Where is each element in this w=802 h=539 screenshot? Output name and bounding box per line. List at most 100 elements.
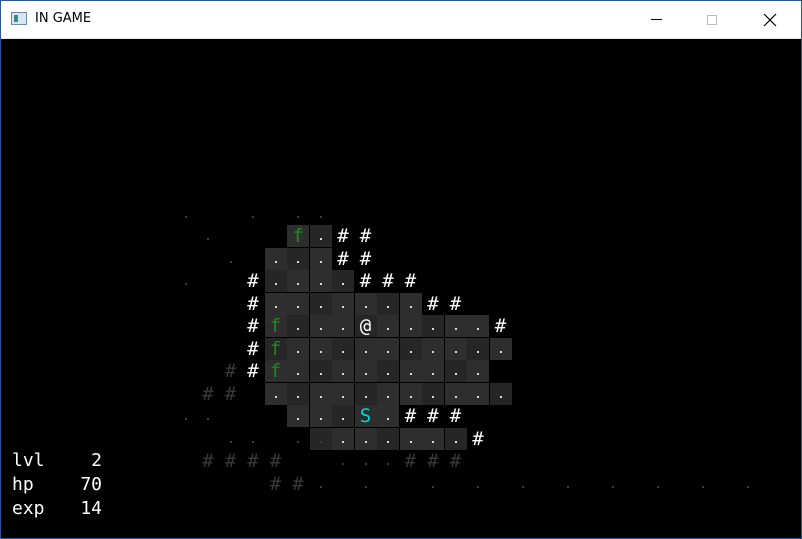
maximize-button[interactable] bbox=[689, 1, 735, 38]
app-icon bbox=[11, 12, 27, 25]
close-button[interactable] bbox=[747, 1, 793, 38]
monster-f: f bbox=[264, 337, 287, 360]
floor-tile bbox=[309, 405, 332, 427]
floor-dot bbox=[319, 215, 322, 218]
floor-tile bbox=[467, 360, 489, 382]
floor-dot bbox=[387, 373, 389, 375]
minimize-icon bbox=[650, 19, 662, 20]
floor-tile bbox=[377, 337, 399, 360]
floor-tile bbox=[332, 270, 354, 292]
remembered-floor bbox=[647, 473, 669, 495]
floor-dot bbox=[409, 373, 412, 375]
floor-dot bbox=[342, 350, 344, 353]
remembered-floor bbox=[602, 473, 624, 495]
floor-tile bbox=[377, 427, 399, 450]
floor-dot bbox=[229, 440, 232, 443]
floor-tile bbox=[309, 292, 332, 315]
wall-tile: # bbox=[359, 225, 372, 247]
floor-tile bbox=[444, 337, 467, 360]
floor-dot bbox=[364, 305, 367, 308]
game-viewport[interactable]: f # # # # # # # # # # # # f @ # # f # f S # # # # # # # # # # # # # # # # lv… bbox=[1, 39, 801, 538]
wall-tile: # bbox=[472, 427, 484, 450]
floor-dot bbox=[432, 395, 434, 398]
floor-tile bbox=[354, 292, 377, 315]
floor-dot bbox=[499, 395, 502, 398]
wall-tile: # bbox=[494, 315, 507, 337]
floor-tile bbox=[422, 337, 444, 360]
floor-tile bbox=[399, 315, 422, 337]
floor-dot bbox=[387, 395, 389, 398]
floor-dot bbox=[432, 373, 434, 375]
floor-tile bbox=[309, 360, 332, 382]
floor-tile bbox=[332, 405, 354, 427]
wall-tile: # bbox=[247, 360, 259, 382]
floor-tile bbox=[399, 382, 422, 405]
remembered-wall: # bbox=[292, 472, 304, 495]
remembered-wall: # bbox=[269, 472, 282, 495]
floor-dot bbox=[274, 395, 277, 398]
remembered-floor bbox=[377, 450, 399, 472]
remembered-floor bbox=[175, 405, 197, 427]
hp-value: 70 bbox=[80, 474, 102, 495]
floor-dot bbox=[409, 305, 412, 308]
floor-dot bbox=[319, 260, 322, 263]
exp-label: exp bbox=[12, 498, 45, 519]
remembered-floor bbox=[310, 473, 332, 495]
floor-dot bbox=[612, 485, 614, 488]
floor-dot bbox=[342, 373, 344, 375]
floor-dot bbox=[184, 283, 187, 285]
floor-dot bbox=[364, 350, 367, 353]
remembered-floor bbox=[197, 405, 219, 427]
floor-dot bbox=[297, 328, 299, 330]
floor-dot bbox=[387, 463, 389, 465]
wall-tile: # bbox=[247, 270, 259, 292]
maximize-icon bbox=[707, 14, 717, 25]
floor-dot bbox=[387, 418, 389, 420]
remembered-wall: # bbox=[224, 382, 237, 405]
wall-tile: # bbox=[247, 292, 259, 315]
floor-dot bbox=[409, 440, 412, 443]
floor-dot bbox=[432, 440, 434, 443]
floor-tile bbox=[422, 315, 444, 337]
floor-dot bbox=[297, 395, 299, 398]
floor-tile bbox=[287, 360, 309, 382]
floor-dot bbox=[319, 305, 322, 308]
floor-dot bbox=[387, 328, 389, 330]
level-value: 2 bbox=[91, 450, 102, 471]
floor-dot bbox=[454, 328, 457, 330]
floor-dot bbox=[387, 305, 389, 308]
remembered-floor bbox=[197, 225, 219, 247]
floor-tile bbox=[309, 382, 332, 405]
remembered-floor bbox=[175, 270, 197, 292]
wall-tile: # bbox=[404, 270, 417, 292]
floor-tile bbox=[399, 337, 422, 360]
floor-tile bbox=[309, 247, 332, 270]
floor-dot bbox=[364, 373, 367, 375]
level-stat: lvl 2 bbox=[12, 449, 102, 473]
floor-tile bbox=[332, 427, 354, 450]
monster-f: f bbox=[264, 360, 287, 382]
floor-dot bbox=[184, 215, 187, 218]
floor-dot bbox=[229, 260, 232, 263]
floor-dot bbox=[297, 283, 299, 285]
floor-dot bbox=[342, 463, 344, 465]
remembered-floor bbox=[287, 203, 309, 225]
minimize-button[interactable] bbox=[633, 1, 679, 38]
floor-tile bbox=[489, 337, 512, 360]
floor-dot bbox=[499, 350, 502, 353]
floor-tile bbox=[422, 427, 444, 450]
floor-tile bbox=[309, 225, 332, 247]
floor-tile bbox=[354, 337, 377, 360]
floor-tile bbox=[377, 382, 399, 405]
remembered-floor bbox=[692, 473, 714, 495]
title-bar: IN GAME bbox=[1, 1, 801, 39]
floor-tile bbox=[444, 382, 467, 405]
floor-dot bbox=[319, 418, 322, 420]
floor-tile bbox=[354, 360, 377, 382]
remembered-floor bbox=[242, 428, 264, 450]
floor-dot bbox=[297, 373, 299, 375]
remembered-floor bbox=[332, 450, 354, 472]
floor-dot bbox=[342, 418, 344, 420]
wall-tile: # bbox=[382, 270, 394, 292]
wall-tile: # bbox=[337, 225, 349, 247]
